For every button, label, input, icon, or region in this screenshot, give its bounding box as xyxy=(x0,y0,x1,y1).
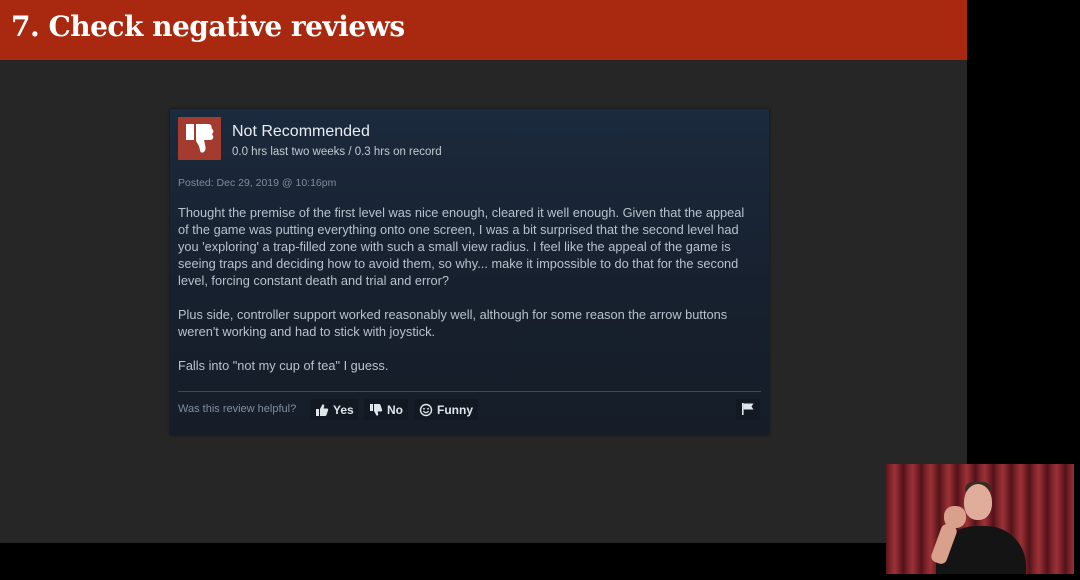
review-paragraph: Falls into "not my cup of tea" I guess. xyxy=(178,358,389,373)
vote-funny-button[interactable]: Funny xyxy=(414,399,478,420)
report-flag-button[interactable] xyxy=(736,399,760,420)
slide-header-bar: 7. Check negative reviews xyxy=(0,0,967,60)
presenter-webcam xyxy=(886,464,1074,574)
presenter-head xyxy=(964,484,992,520)
thumbs-up-icon xyxy=(315,403,329,417)
review-card: Not Recommended 0.0 hrs last two weeks /… xyxy=(170,109,769,435)
vote-no-button[interactable]: No xyxy=(364,399,408,420)
recommendation-title: Not Recommended xyxy=(232,123,370,140)
review-footer: Was this review helpful? Yes No Funny xyxy=(178,399,761,421)
review-paragraph: Thought the premise of the first level w… xyxy=(178,205,745,288)
vote-yes-label: Yes xyxy=(333,402,354,417)
presenter-hand xyxy=(944,506,966,528)
review-text: Thought the premise of the first level w… xyxy=(178,204,758,391)
vote-yes-button[interactable]: Yes xyxy=(310,399,358,420)
smiley-icon xyxy=(419,403,433,417)
review-paragraph: Plus side, controller support worked rea… xyxy=(178,307,728,339)
slide-title: 7. Check negative reviews xyxy=(11,10,405,43)
vote-funny-label: Funny xyxy=(437,402,473,417)
slide: 7. Check negative reviews Not Recommende… xyxy=(0,0,967,543)
thumbs-down-icon xyxy=(369,403,383,417)
vote-no-label: No xyxy=(387,402,403,417)
playtime-hours: 0.0 hrs last two weeks / 0.3 hrs on reco… xyxy=(232,146,442,158)
thumbs-down-icon xyxy=(178,117,221,160)
posted-date: Posted: Dec 29, 2019 @ 10:16pm xyxy=(178,177,337,189)
helpful-prompt: Was this review helpful? xyxy=(178,403,297,415)
divider xyxy=(178,391,761,392)
